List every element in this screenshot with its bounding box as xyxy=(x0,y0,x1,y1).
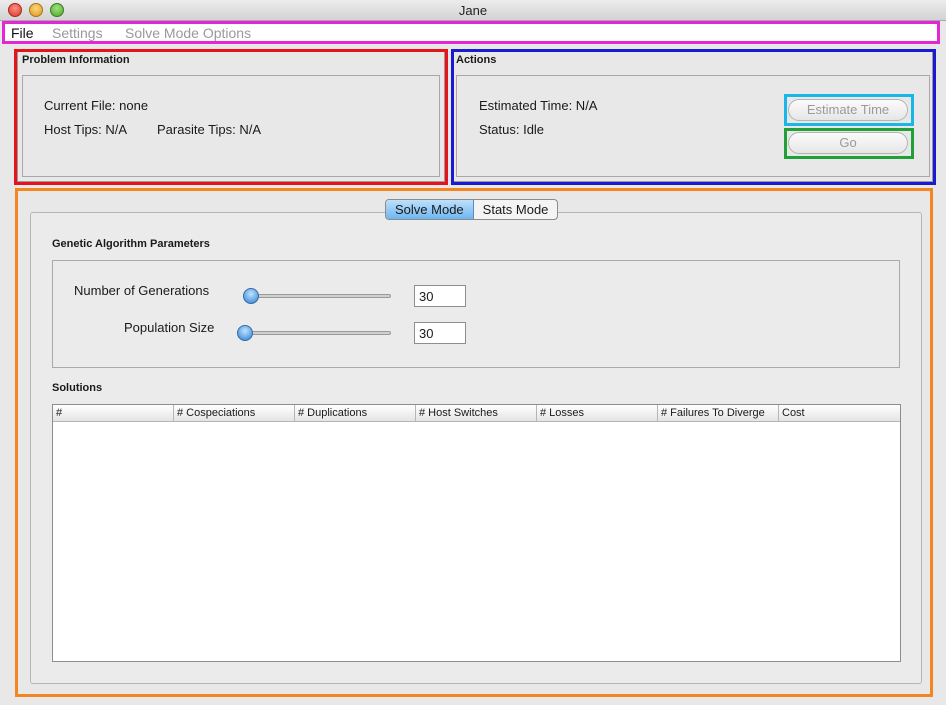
menu-file[interactable]: File xyxy=(11,25,34,41)
actions-title: Actions xyxy=(456,54,497,66)
generations-slider-knob[interactable] xyxy=(243,288,259,304)
parasite-tips-label: Parasite Tips: N/A xyxy=(157,122,262,137)
column-header[interactable]: # Host Switches xyxy=(416,405,537,421)
window-title: Jane xyxy=(458,3,488,18)
column-header[interactable]: # Losses xyxy=(537,405,658,421)
generations-slider-track[interactable] xyxy=(245,294,391,298)
column-header[interactable]: # Failures To Diverge xyxy=(658,405,779,421)
column-header[interactable]: # xyxy=(53,405,174,421)
population-slider-knob[interactable] xyxy=(237,325,253,341)
tab-solve-mode[interactable]: Solve Mode xyxy=(386,200,474,219)
actions-box: Estimated Time: N/A Status: Idle xyxy=(456,75,930,177)
population-slider-track[interactable] xyxy=(240,331,391,335)
column-header[interactable]: # Cospeciations xyxy=(174,405,295,421)
problem-information-title: Problem Information xyxy=(22,54,130,66)
generations-label: Number of Generations xyxy=(74,283,210,298)
solutions-table[interactable]: # # Cospeciations # Duplications # Host … xyxy=(52,404,901,662)
current-file-label: Current File: none xyxy=(44,98,149,113)
problem-information-panel: Problem Information Current File: none H… xyxy=(17,50,445,182)
status-label: Status: Idle xyxy=(479,122,545,137)
estimated-time-label: Estimated Time: N/A xyxy=(479,98,598,113)
host-tips-label: Host Tips: N/A xyxy=(44,122,128,137)
menu-solve-mode-options[interactable]: Solve Mode Options xyxy=(125,25,251,41)
tab-stats-mode[interactable]: Stats Mode xyxy=(474,200,558,219)
column-header[interactable]: # Duplications xyxy=(295,405,416,421)
menu-settings[interactable]: Settings xyxy=(52,25,103,41)
population-field[interactable]: 30 xyxy=(414,322,466,344)
generations-field[interactable]: 30 xyxy=(414,285,466,307)
population-label: Population Size xyxy=(124,320,215,335)
solutions-table-header: # # Cospeciations # Duplications # Host … xyxy=(53,405,900,422)
ga-parameters-title: Genetic Algorithm Parameters xyxy=(52,238,210,250)
window-titlebar: Jane xyxy=(0,0,946,21)
ga-parameters-box xyxy=(52,260,900,368)
go-button[interactable]: Go xyxy=(788,132,908,154)
menu-bar: File Settings Solve Mode Options xyxy=(2,21,940,44)
solutions-title: Solutions xyxy=(52,382,103,394)
problem-information-box: Current File: none Host Tips: N/A Parasi… xyxy=(22,75,440,177)
mode-tabs: Solve Mode Stats Mode xyxy=(385,199,559,220)
estimate-time-button[interactable]: Estimate Time xyxy=(788,99,908,121)
column-header[interactable]: Cost xyxy=(779,405,900,421)
